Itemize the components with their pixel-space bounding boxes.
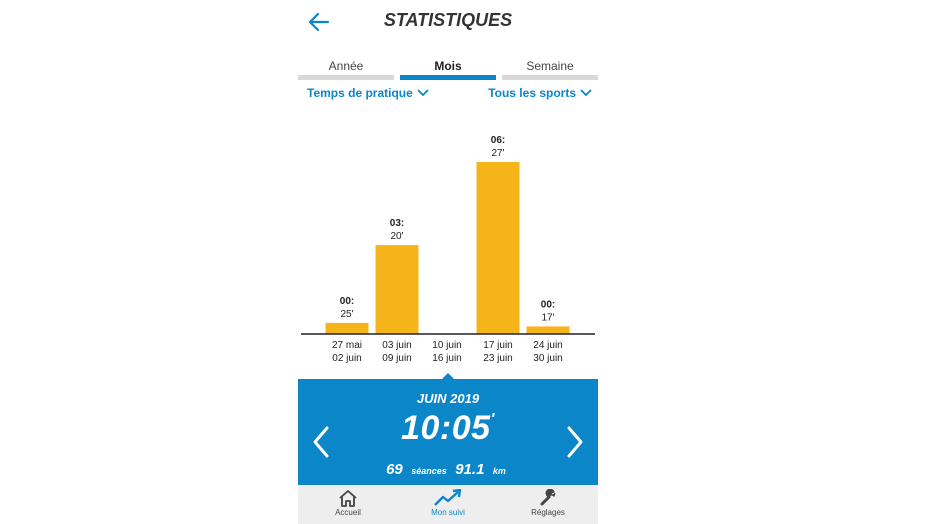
tab-semaine[interactable]: Semaine: [502, 56, 598, 80]
bar-value-minutes: 27': [491, 148, 504, 159]
bar-value-hours: 03:: [390, 218, 404, 229]
tab-mois[interactable]: Mois: [400, 56, 496, 80]
x-tick-label-start: 10 juin: [432, 340, 461, 351]
x-tick-label-start: 24 juin: [533, 340, 562, 351]
chart-bar: [526, 326, 570, 334]
nav-accueil[interactable]: Accueil: [298, 485, 398, 524]
bottom-navigation: Accueil Mon suivi Réglages: [298, 485, 598, 524]
x-tick-label-end: 16 juin: [432, 353, 461, 364]
summary-total-time: 10:05': [298, 409, 598, 448]
tab-annee[interactable]: Année: [298, 56, 394, 80]
nav-label: Accueil: [335, 508, 361, 517]
chevron-down-icon: [580, 89, 592, 97]
time-bar-chart: 00: 25' 27 mai 02 juin 03: 20' 03 juin 09 juin 1…: [301, 135, 595, 364]
sessions-count: 69: [386, 461, 403, 478]
tab-underline: [400, 75, 496, 80]
x-tick-label-start: 17 juin: [483, 340, 512, 351]
summary-month: JUIN 2019: [416, 391, 480, 406]
distance-unit: km: [492, 466, 506, 476]
chart-bar: [325, 322, 369, 334]
home-icon: [339, 490, 357, 507]
chevron-down-icon: [417, 89, 429, 97]
x-tick-label-end: 30 juin: [533, 353, 562, 364]
metric-label: Temps de pratique: [307, 86, 413, 100]
top-bar: STATISTIQUES: [298, 0, 598, 44]
distance-value: 91.1: [455, 461, 485, 478]
total-time-value: 10:05: [401, 409, 491, 447]
sport-dropdown[interactable]: Tous les sports: [488, 86, 592, 100]
x-tick-label-end: 02 juin: [332, 353, 361, 364]
nav-label: Réglages: [531, 508, 565, 517]
tab-label: Semaine: [526, 59, 574, 73]
sessions-label: séances: [411, 466, 447, 476]
x-tick-label-start: 27 mai: [332, 340, 362, 351]
chart-bar: [476, 162, 520, 334]
page-title: STATISTIQUES: [383, 10, 513, 30]
x-tick-label-end: 23 juin: [483, 353, 512, 364]
bar-value-hours: 06:: [491, 135, 505, 146]
nav-mon-suivi[interactable]: Mon suivi: [398, 485, 498, 524]
filters-row: Temps de pratique Tous les sports: [298, 86, 598, 106]
tab-underline: [298, 75, 394, 80]
wrench-icon: [540, 489, 556, 506]
nav-reglages[interactable]: Réglages: [498, 485, 598, 524]
nav-label: Mon suivi: [431, 508, 465, 517]
statistics-screen: STATISTIQUES Année Mois Semaine Temps de…: [298, 0, 598, 524]
metric-dropdown[interactable]: Temps de pratique: [307, 86, 429, 100]
tab-label: Année: [328, 59, 364, 73]
month-summary-panel: JUIN 2019 10:05' 69 séances 91.1 km: [298, 373, 598, 485]
x-tick-label-end: 09 juin: [382, 353, 411, 364]
bar-value-minutes: 17': [541, 312, 554, 323]
selection-pointer: [442, 373, 454, 379]
summary-stats: 69 séances 91.1 km: [298, 461, 598, 479]
chart-bar: [375, 245, 419, 334]
total-time-suffix: ': [490, 411, 495, 428]
x-tick-label-start: 03 juin: [382, 340, 411, 351]
bar-value-minutes: 25': [340, 309, 353, 320]
period-tabs: Année Mois Semaine: [298, 56, 598, 82]
bar-value-hours: 00:: [340, 296, 354, 307]
bar-value-minutes: 20': [390, 231, 403, 242]
tab-underline: [502, 75, 598, 80]
bar-value-hours: 00:: [541, 299, 555, 310]
trend-up-icon: [434, 489, 462, 506]
sport-label: Tous les sports: [488, 86, 576, 100]
tab-label: Mois: [434, 59, 462, 73]
